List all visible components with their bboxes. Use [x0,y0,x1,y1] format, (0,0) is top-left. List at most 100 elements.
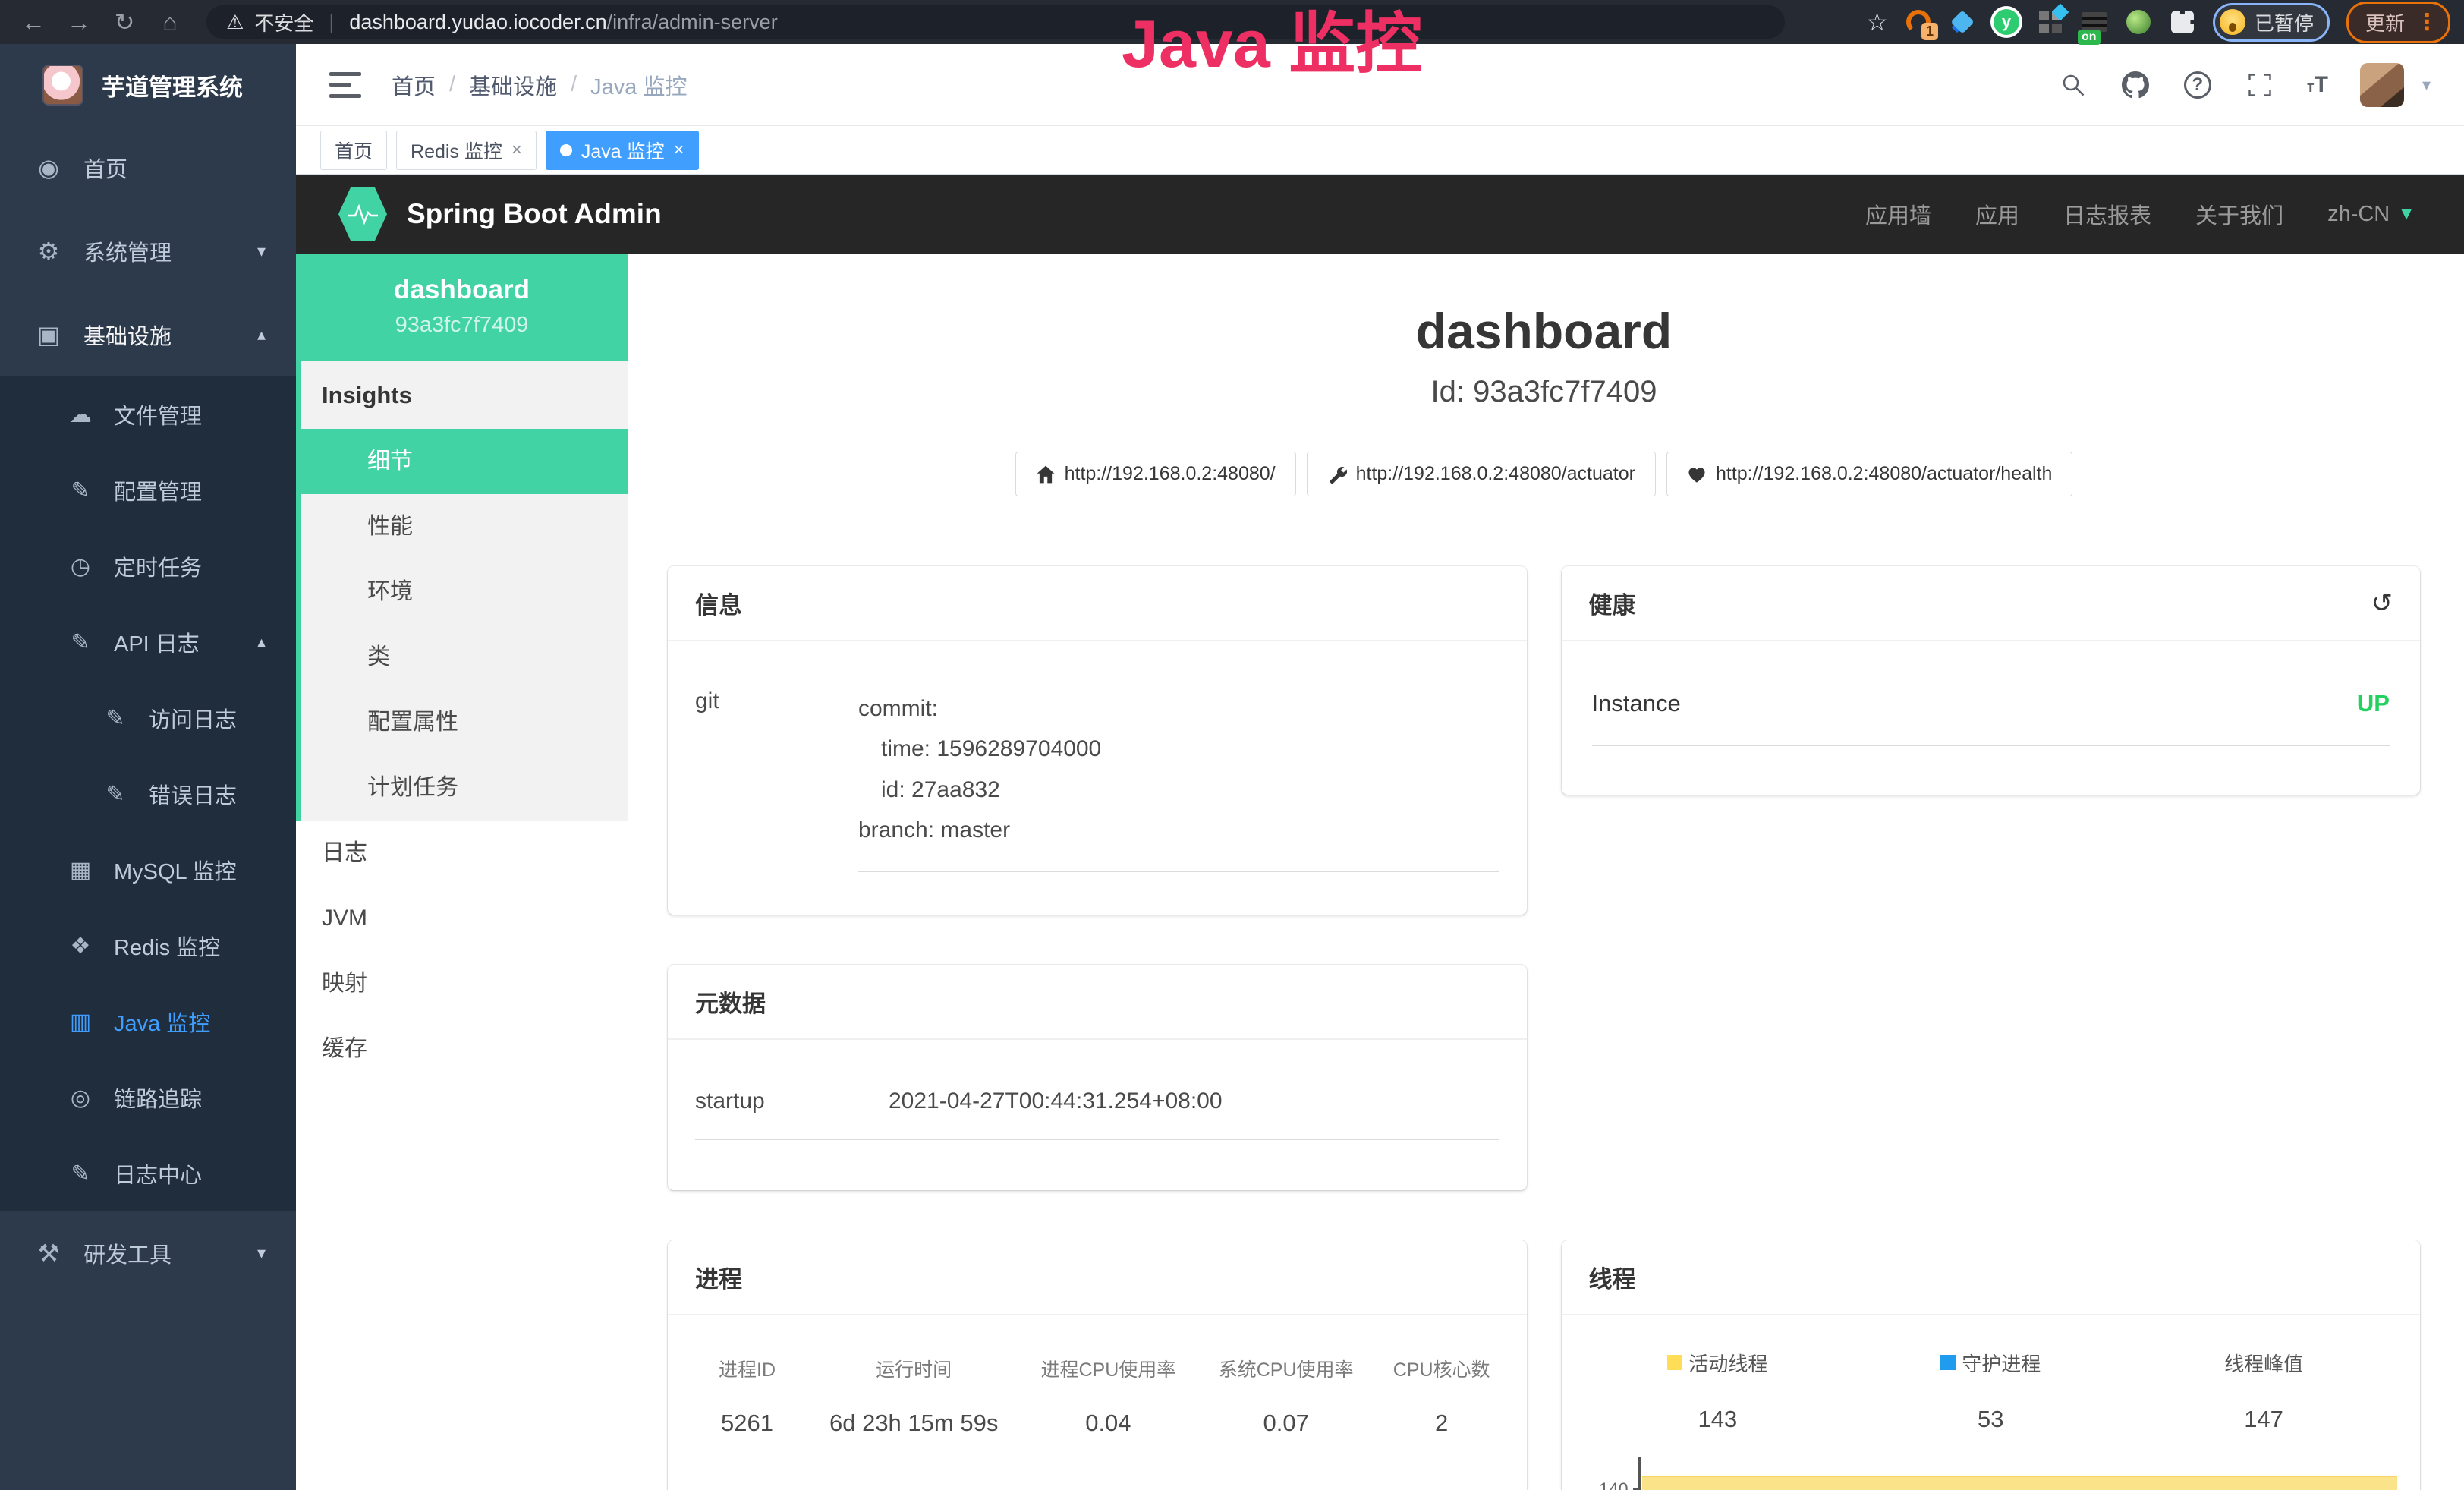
sba-language-select[interactable]: zh-CN ▼ [2327,202,2415,227]
menu-item-metrics[interactable]: 性能 [301,494,628,559]
bookmark-star-icon[interactable]: ☆ [1866,8,1888,36]
browser-home-icon[interactable]: ⌂ [150,5,190,39]
menu-item-environment[interactable]: 环境 [301,559,628,625]
sidebar-item-mysql[interactable]: ▦ MySQL 监控 [0,832,296,908]
menu-item-jvm[interactable]: JVM [296,886,628,951]
font-size-icon[interactable]: тT [2307,72,2328,98]
col-header-process-cpu: 进程CPU使用率 [1019,1355,1197,1382]
tab-redis-monitor[interactable]: Redis 监控 × [396,131,537,170]
user-avatar[interactable] [2360,63,2404,107]
sidebar-item-infra[interactable]: ▣ 基础设施 ▴ [0,293,296,376]
process-card: 进程 进程ID 运行时间 进程CPU使用率 系统CPU使用率 CPU核心数 52… [668,1240,1527,1490]
extension-green-icon[interactable] [2125,8,2152,36]
help-icon[interactable]: ? [2182,70,2213,100]
sba-nav-journal[interactable]: 日志报表 [2063,198,2151,230]
close-icon[interactable]: × [511,140,522,161]
menu-item-logs[interactable]: 日志 [296,821,628,886]
puzzle-extensions-icon[interactable] [2169,8,2196,36]
eye-icon: ◎ [67,1085,94,1111]
menu-item-config-props[interactable]: 配置属性 [301,690,628,755]
metadata-card: 元数据 startup 2021-04-27T00:44:31.254+08:0… [668,965,1527,1190]
sidebar-item-file[interactable]: ☁ 文件管理 [0,376,296,452]
url-text[interactable]: dashboard.yudao.iocoder.cn/infra/admin-s… [349,11,777,34]
browser-back-icon[interactable]: ← [14,5,53,39]
browser-update-button[interactable]: 更新 ⋮ [2346,2,2450,43]
tab-home[interactable]: 首页 [320,131,387,170]
infra-submenu: ☁ 文件管理 ✎ 配置管理 ◷ 定时任务 ✎ API 日志 ▴ ✎ [0,376,296,1211]
startup-label: startup [695,1088,889,1114]
sidebar-item-system[interactable]: ⚙ 系统管理 ▾ [0,209,296,293]
breadcrumb-home[interactable]: 首页 [392,69,436,101]
user-menu-caret-icon[interactable]: ▾ [2422,75,2431,95]
menu-item-mappings[interactable]: 映射 [296,951,628,1016]
browser-forward-icon[interactable]: → [59,5,99,39]
tab-java-monitor[interactable]: Java 监控 × [546,131,699,170]
paused-label: 已暂停 [2255,8,2314,36]
extension-on-icon[interactable]: on [2081,8,2108,36]
update-label: 更新 [2365,8,2405,36]
browser-menu-icon[interactable]: ⋮ [2415,9,2439,36]
home-icon [1036,465,1056,484]
log-icon: ✎ [102,705,129,732]
sidebar-item-access-log[interactable]: ✎ 访问日志 [0,680,296,756]
uptime-value: 6d 23h 15m 59s [808,1410,1019,1437]
live-threads-area [1642,1476,2398,1490]
instance-sidebar: dashboard 93a3fc7f7409 Insights 细节 性能 环境… [296,254,628,1490]
app-logo-row[interactable]: 芋道管理系统 [0,44,296,126]
sidebar-item-redis[interactable]: ❖ Redis 监控 [0,908,296,984]
sidebar-item-config[interactable]: ✎ 配置管理 [0,452,296,528]
health-url-button[interactable]: http://192.168.0.2:48080/actuator/health [1666,452,2072,496]
address-bar[interactable]: ⚠ 不安全 | dashboard.yudao.iocoder.cn/infra… [206,5,1785,39]
breadcrumb-infra[interactable]: 基础设施 [469,69,557,101]
menu-item-scheduled-tasks[interactable]: 计划任务 [301,755,628,821]
sba-nav-applications[interactable]: 应用 [1975,198,2019,230]
sidebar-item-job[interactable]: ◷ 定时任务 [0,528,296,604]
menu-item-details[interactable]: 细节 [301,429,628,494]
log-icon: ✎ [67,1161,94,1187]
sidebar-item-java[interactable]: ▥ Java 监控 [0,984,296,1060]
service-url-button[interactable]: http://192.168.0.2:48080/ [1015,452,1296,496]
collapse-sidebar-icon[interactable] [329,72,361,98]
git-info-row: git commit: time: 1596289704000 id: 27aa… [695,688,1499,872]
browser-reload-icon[interactable]: ↻ [105,5,144,39]
search-icon[interactable] [2058,70,2088,100]
chevron-up-icon: ▴ [257,325,266,345]
sidebar-item-api-log[interactable]: ✎ API 日志 ▴ [0,604,296,680]
fullscreen-icon[interactable] [2245,70,2275,100]
security-label[interactable]: 不安全 [254,8,313,36]
live-threads-label: 活动线程 [1688,1349,1767,1377]
extension-orange-icon[interactable]: 1 [1905,8,1932,36]
log-icon: ✎ [67,629,94,656]
sidebar-item-error-log[interactable]: ✎ 错误日志 [0,756,296,832]
instance-main: dashboard Id: 93a3fc7f7409 http://192.16… [628,254,2464,1490]
threads-chart-plot [1641,1468,2401,1490]
instance-health-row[interactable]: Instance UP [1592,690,2390,746]
instance-header[interactable]: dashboard 93a3fc7f7409 [296,254,628,361]
live-threads-value: 143 [1581,1406,1855,1433]
github-icon[interactable] [2120,70,2151,100]
threads-legend: 活动线程 143 守护进程 53 线程峰值 147 [1581,1349,2401,1433]
extension-y-icon[interactable]: y [1993,8,2020,36]
col-header-cpus: CPU核心数 [1375,1355,1509,1382]
sidebar-item-home[interactable]: ◉ 首页 [0,126,296,209]
history-icon[interactable]: ↺ [2371,588,2393,619]
sidebar-item-dev-tools[interactable]: ⚒ 研发工具 ▾ [0,1211,296,1295]
actuator-url-button[interactable]: http://192.168.0.2:48080/actuator [1307,452,1656,496]
sba-brand[interactable]: Spring Boot Admin [407,198,662,230]
sba-nav-wallboard[interactable]: 应用墙 [1865,198,1931,230]
extension-pin-icon[interactable] [1949,8,1976,36]
menu-item-classes[interactable]: 类 [301,625,628,690]
threads-chart-yaxis: 140 120 100 [1581,1468,1641,1490]
sba-nav-about[interactable]: 关于我们 [2195,198,2283,230]
paused-extension-pill[interactable]: 已暂停 [2213,3,2330,42]
extension-grid-icon[interactable] [2037,8,2064,36]
daemon-threads-value: 53 [1854,1406,2127,1433]
insights-label[interactable]: Insights [301,361,628,429]
col-header-uptime: 运行时间 [808,1355,1019,1382]
menu-item-caches[interactable]: 缓存 [296,1016,628,1082]
close-icon[interactable]: × [674,140,684,161]
daemon-threads-label: 守护进程 [1962,1349,2041,1377]
divider [858,871,1499,872]
sidebar-item-log-center[interactable]: ✎ 日志中心 [0,1136,296,1211]
sidebar-item-trace[interactable]: ◎ 链路追踪 [0,1060,296,1136]
